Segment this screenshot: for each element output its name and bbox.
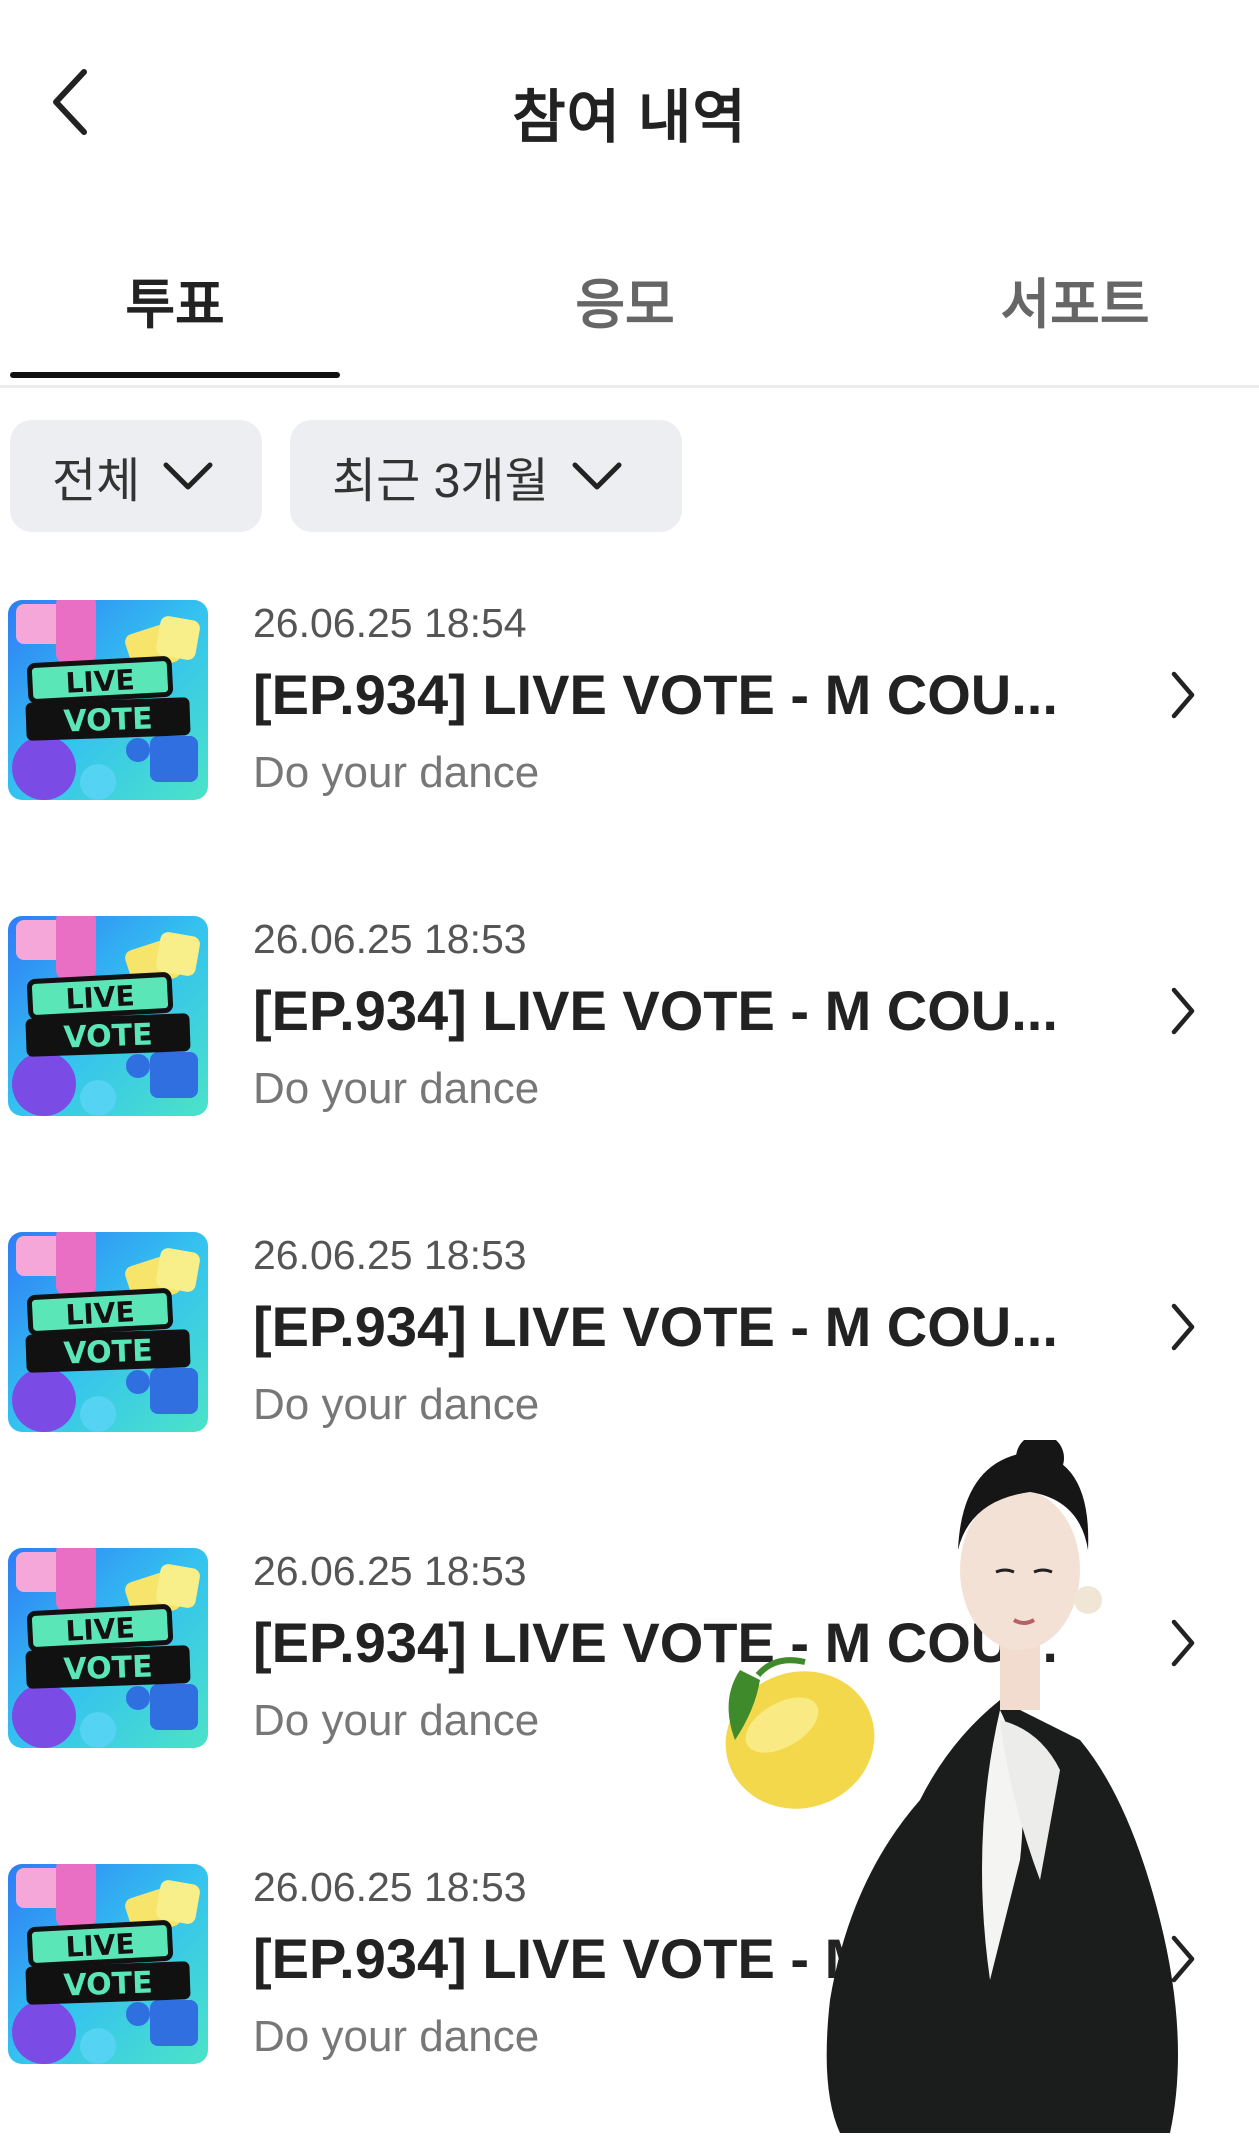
- vote-subtitle: Do your dance: [253, 1380, 540, 1429]
- svg-text:VOTE: VOTE: [63, 1333, 153, 1371]
- svg-text:VOTE: VOTE: [63, 701, 153, 739]
- svg-text:LIVE: LIVE: [65, 1927, 136, 1964]
- live-vote-thumbnail: LIVE VOTE: [8, 600, 208, 800]
- live-vote-thumbnail: LIVE VOTE: [8, 1548, 208, 1748]
- participation-date: 26.06.25 18:53: [253, 916, 527, 962]
- list-item[interactable]: LIVE VOTE 26.06.25 18:53 [EP.934] LIVE V…: [0, 1222, 1259, 1437]
- participation-date: 26.06.25 18:53: [253, 1864, 527, 1910]
- list-item[interactable]: LIVE VOTE 26.06.25 18:53 [EP.934] LIVE V…: [0, 906, 1259, 1121]
- filter-category-label: 전체: [52, 455, 141, 508]
- live-vote-thumbnail: LIVE VOTE: [8, 1864, 208, 2064]
- tab-bar: 투표 응모 서포트: [0, 240, 1259, 388]
- top-bar: 참여 내역: [0, 0, 1259, 200]
- participation-date: 26.06.25 18:53: [253, 1232, 527, 1278]
- vote-subtitle: Do your dance: [253, 1696, 540, 1745]
- list-item[interactable]: LIVE VOTE 26.06.25 18:54 [EP.934] LIVE V…: [0, 590, 1259, 805]
- participation-date: 26.06.25 18:54: [253, 600, 527, 646]
- svg-text:LIVE: LIVE: [65, 663, 136, 700]
- filter-period-dropdown[interactable]: 최근 3개월: [290, 420, 682, 532]
- lemon-sticker: [725, 1657, 875, 1809]
- vote-subtitle: Do your dance: [253, 748, 540, 797]
- person-sticker: [826, 1434, 1178, 2133]
- tab-entry[interactable]: 응모: [455, 260, 795, 339]
- page-title: 참여 내역: [512, 85, 747, 150]
- svg-text:VOTE: VOTE: [63, 1017, 153, 1055]
- tab-support[interactable]: 서포트: [905, 260, 1245, 339]
- vote-title: [EP.934] LIVE VOTE - M COU...: [253, 663, 1058, 726]
- vote-subtitle: Do your dance: [253, 1064, 540, 1113]
- vote-title: [EP.934] LIVE VOTE - M COU...: [253, 1295, 1058, 1358]
- svg-text:VOTE: VOTE: [63, 1649, 153, 1687]
- chevron-right-icon: [1171, 671, 1195, 719]
- svg-text:LIVE: LIVE: [65, 979, 136, 1016]
- vote-subtitle: Do your dance: [253, 2012, 540, 2061]
- chevron-down-icon: [163, 462, 213, 490]
- filter-category-dropdown[interactable]: 전체: [10, 420, 262, 532]
- vote-title: [EP.934] LIVE VOTE - M COU...: [253, 979, 1058, 1042]
- svg-text:LIVE: LIVE: [65, 1295, 136, 1332]
- sticker-overlay: [700, 1434, 1220, 2133]
- filter-period-label: 최근 3개월: [332, 455, 549, 508]
- chevron-right-icon: [1171, 1303, 1195, 1351]
- chevron-right-icon: [1171, 987, 1195, 1035]
- tab-vote[interactable]: 투표: [5, 260, 345, 339]
- live-vote-thumbnail: LIVE VOTE: [8, 916, 208, 1116]
- active-tab-indicator: [10, 372, 340, 378]
- chevron-down-icon: [572, 462, 622, 490]
- svg-text:VOTE: VOTE: [63, 1965, 153, 2003]
- live-vote-thumbnail: LIVE VOTE: [8, 1232, 208, 1432]
- svg-text:LIVE: LIVE: [65, 1611, 136, 1648]
- participation-date: 26.06.25 18:53: [253, 1548, 527, 1594]
